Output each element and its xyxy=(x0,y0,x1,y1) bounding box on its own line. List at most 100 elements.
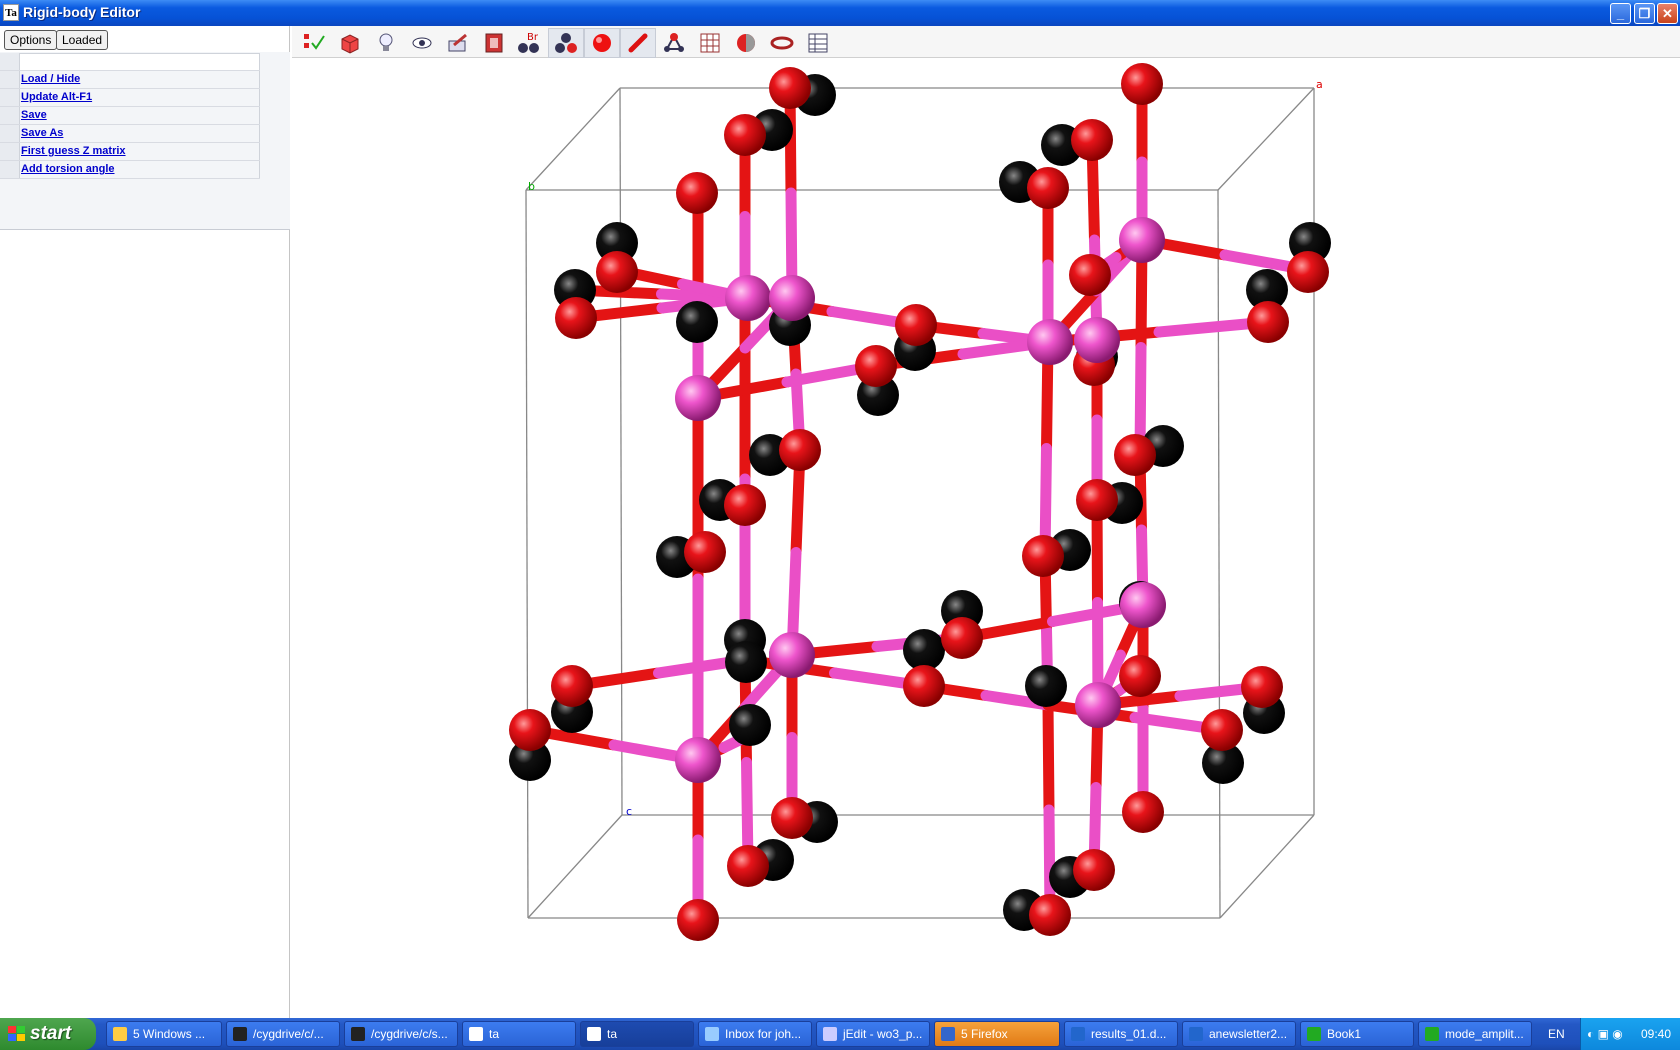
options-button[interactable]: Options xyxy=(4,30,58,50)
language-indicator[interactable]: EN xyxy=(1548,1018,1565,1050)
metal-atom xyxy=(675,737,721,783)
dark-atom xyxy=(729,704,771,746)
unit-cell-edge xyxy=(1219,814,1315,919)
unit-cell-edge xyxy=(525,87,621,191)
oxygen-atom xyxy=(1071,119,1113,161)
title-bar: Ta Rigid-body Editor _ ❐ ✕ xyxy=(0,0,1680,26)
menu-table: Load / Hide Update Alt-F1 Save Save As F… xyxy=(0,53,260,179)
window-title: Rigid-body Editor xyxy=(23,4,141,20)
oxygen-atom xyxy=(771,797,813,839)
tray-icons[interactable]: ◐ ▣ ◉ xyxy=(1587,1018,1623,1050)
task-inbox[interactable]: Inbox for joh... xyxy=(698,1021,812,1047)
loaded-button[interactable]: Loaded xyxy=(56,30,109,50)
svg-text:Br: Br xyxy=(527,32,539,43)
bond-stick-icon[interactable] xyxy=(620,28,656,58)
oxygen-atom xyxy=(724,484,766,526)
oxygen-atom xyxy=(684,531,726,573)
oxygen-atom xyxy=(677,899,719,941)
metal-atom xyxy=(1074,317,1120,363)
metal-atom xyxy=(769,632,815,678)
box-icon[interactable] xyxy=(332,28,368,58)
pen-tool-icon[interactable] xyxy=(440,28,476,58)
metal-atom xyxy=(1027,319,1073,365)
menu-item-first-guess[interactable]: First guess Z matrix xyxy=(0,143,260,161)
axis-label-a: a xyxy=(1316,78,1323,91)
task-cygdrive-1[interactable]: /cygdrive/c/... xyxy=(226,1021,340,1047)
menu-item-label[interactable]: Update Alt-F1 xyxy=(20,89,260,106)
oxygen-atom xyxy=(1114,434,1156,476)
oxygen-atom xyxy=(596,251,638,293)
task-firefox[interactable]: 5 Firefox xyxy=(934,1021,1060,1047)
table-icon[interactable] xyxy=(800,28,836,58)
unit-cell-edge xyxy=(1217,87,1315,191)
molecule-icon[interactable] xyxy=(656,28,692,58)
unit-cell-edge xyxy=(525,189,529,919)
oxygen-atom xyxy=(1073,849,1115,891)
oxygen-atom xyxy=(1241,666,1283,708)
metal-atom xyxy=(1075,682,1121,728)
metal-atom xyxy=(1120,582,1166,628)
minimize-button[interactable]: _ xyxy=(1610,3,1631,24)
dark-atom xyxy=(725,641,767,683)
menu-item-save[interactable]: Save xyxy=(0,107,260,125)
menu-item-label[interactable]: Add torsion angle xyxy=(20,161,260,178)
menu-item-label[interactable]: Save xyxy=(20,107,260,124)
task-results[interactable]: results_01.d... xyxy=(1064,1021,1178,1047)
red-ball-icon[interactable] xyxy=(584,28,620,58)
app-icon: Ta xyxy=(3,4,19,21)
oxygen-atom xyxy=(903,665,945,707)
sphere-half-icon[interactable] xyxy=(728,28,764,58)
oxygen-atom xyxy=(1029,894,1071,936)
bromine-atoms-icon[interactable]: Br xyxy=(512,28,548,58)
menu-item-update[interactable]: Update Alt-F1 xyxy=(0,89,260,107)
oxygen-atom xyxy=(1076,479,1118,521)
task-ta-1[interactable]: ta xyxy=(462,1021,576,1047)
task-mode-amplit[interactable]: mode_amplit... xyxy=(1418,1021,1532,1047)
menu-item-label[interactable]: Load / Hide xyxy=(20,71,260,88)
light-bulb-icon[interactable] xyxy=(368,28,404,58)
bond-oxygen-half xyxy=(1042,699,1055,816)
close-button[interactable]: ✕ xyxy=(1657,3,1678,24)
ball-cluster-icon[interactable] xyxy=(548,28,584,58)
oxygen-atom xyxy=(676,172,718,214)
eye-icon[interactable] xyxy=(404,28,440,58)
select-check-icon[interactable] xyxy=(296,28,332,58)
task-cygdrive-2[interactable]: /cygdrive/c/s... xyxy=(344,1021,458,1047)
task-windows[interactable]: 5 Windows ... xyxy=(106,1021,222,1047)
task-ta-2[interactable]: ta xyxy=(580,1021,694,1047)
task-anewsletter[interactable]: anewsletter2... xyxy=(1182,1021,1296,1047)
ring-icon[interactable] xyxy=(764,28,800,58)
menu-item-load-hide[interactable]: Load / Hide xyxy=(0,71,260,89)
menu-item-add-torsion[interactable]: Add torsion angle xyxy=(0,161,260,179)
oxygen-atom xyxy=(1201,709,1243,751)
frame-icon[interactable] xyxy=(476,28,512,58)
axis-label-b: b xyxy=(528,180,535,193)
oxygen-atom xyxy=(1069,254,1111,296)
oxygen-atom xyxy=(724,114,766,156)
oxygen-atom xyxy=(1121,63,1163,105)
menu-item-label[interactable]: Save As xyxy=(20,125,260,142)
metal-atom xyxy=(1119,217,1165,263)
dark-atom xyxy=(903,629,945,671)
task-book1[interactable]: Book1 xyxy=(1300,1021,1414,1047)
oxygen-atom xyxy=(1022,535,1064,577)
grid-icon[interactable] xyxy=(692,28,728,58)
3d-viewport[interactable]: a b c xyxy=(292,58,1680,1018)
task-jedit[interactable]: jEdit - wo3_p... xyxy=(816,1021,930,1047)
clock: 09:40 xyxy=(1641,1027,1672,1041)
maximize-button[interactable]: ❐ xyxy=(1634,3,1655,24)
oxygen-atom xyxy=(941,617,983,659)
dark-atom xyxy=(676,301,718,343)
oxygen-atom xyxy=(555,297,597,339)
menu-item-label[interactable]: First guess Z matrix xyxy=(20,143,260,160)
windows-flag-icon xyxy=(8,1026,25,1041)
menu-item-save-as[interactable]: Save As xyxy=(0,125,260,143)
system-tray: ◐ ▣ ◉ 09:40 xyxy=(1580,1018,1680,1050)
start-button[interactable]: start xyxy=(0,1018,96,1050)
oxygen-atom xyxy=(855,345,897,387)
oxygen-atom xyxy=(1247,301,1289,343)
oxygen-atom xyxy=(1287,251,1329,293)
crystal-structure-view[interactable]: a b c xyxy=(292,58,1680,1018)
unit-cell-edge xyxy=(619,87,623,816)
oxygen-atom xyxy=(779,429,821,471)
